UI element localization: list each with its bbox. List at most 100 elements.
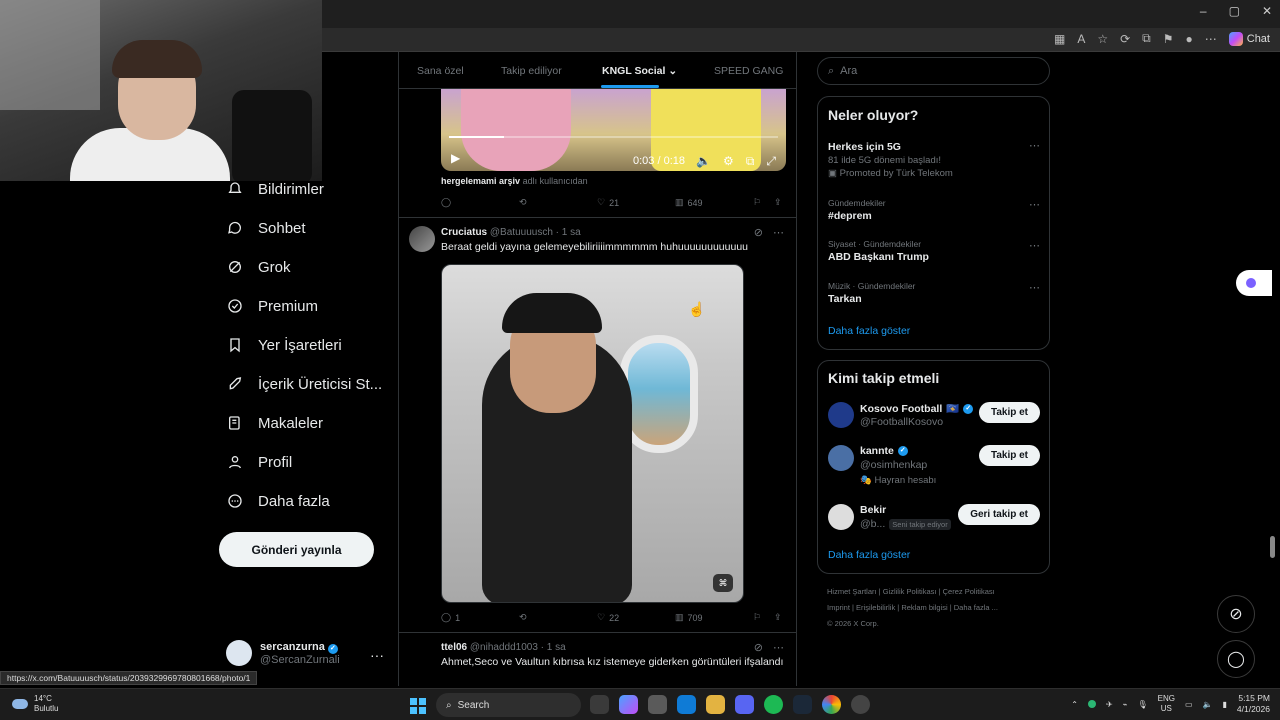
task-view-icon[interactable] <box>590 695 609 714</box>
like-button[interactable]: ♡ 21 <box>597 197 619 208</box>
follow-button[interactable]: Takip et <box>978 402 1040 423</box>
account-more-button[interactable]: ··· <box>370 647 384 663</box>
more-icon[interactable]: ⋯ <box>773 226 784 239</box>
clock[interactable]: 5:15 PM 4/1/2026 <box>1237 693 1270 715</box>
grok-fab-button[interactable]: ⊘ <box>1217 595 1255 633</box>
collections-icon[interactable]: ⚑ <box>1163 32 1174 46</box>
tweet-handle[interactable]: @nihaddd1003 · 1 sa <box>470 642 566 653</box>
chevron-up-icon[interactable]: ⌃ <box>1071 700 1078 709</box>
trend-item[interactable]: Gündemdekiler #deprem ⋯ <box>828 198 1040 222</box>
grok-icon[interactable]: ⊘ <box>754 226 763 239</box>
language-indicator[interactable]: ENG US <box>1158 694 1175 714</box>
store-icon[interactable] <box>648 695 667 714</box>
tab-speed-gang[interactable]: SPEED GANG <box>714 65 783 77</box>
trends-show-more-link[interactable]: Daha fazla göster <box>828 325 910 337</box>
avatar[interactable] <box>409 226 435 252</box>
nav-creator-studio[interactable]: İçerik Üreticisi St... <box>226 375 382 393</box>
messages-fab-button[interactable]: ◯ <box>1217 640 1255 678</box>
tweet-author[interactable]: Cruciatus <box>441 227 487 238</box>
steam-icon[interactable] <box>793 695 812 714</box>
copilot-icon[interactable] <box>619 695 638 714</box>
repost-icon[interactable]: ⟲ <box>519 197 527 208</box>
nav-more[interactable]: Daha fazla <box>226 492 330 510</box>
tab-following[interactable]: Takip ediliyor <box>501 65 562 77</box>
nav-chat[interactable]: Sohbet <box>226 219 306 237</box>
image-edit-icon[interactable]: ⌘ <box>713 574 733 592</box>
repost-icon[interactable]: ⟲ <box>519 612 527 623</box>
search-input[interactable]: ⌕ Ara <box>817 57 1050 85</box>
volume-icon[interactable]: 🔈 <box>1203 700 1213 709</box>
telegram-icon[interactable]: ✈ <box>1106 700 1113 709</box>
share-icon[interactable]: ⇪ <box>774 612 782 623</box>
scrollbar[interactable] <box>1270 536 1275 558</box>
trend-item[interactable]: Siyaset · Gündemdekiler ABD Başkanı Trum… <box>828 239 1040 263</box>
follow-suggestion[interactable]: Bekir @b... Seni takip ediyor Geri takip … <box>828 504 1040 544</box>
minimize-button[interactable]: – <box>1200 4 1207 18</box>
fullscreen-icon[interactable]: ⤢ <box>766 154 776 169</box>
edge-icon[interactable] <box>677 695 696 714</box>
tab-for-you[interactable]: Sana özel <box>417 65 464 77</box>
trend-more-button[interactable]: ⋯ <box>1029 281 1040 294</box>
tab-kngl-social[interactable]: KNGL Social ⌄ <box>602 65 677 77</box>
folder-icon[interactable] <box>706 695 725 714</box>
read-aloud-icon[interactable]: A <box>1077 32 1085 46</box>
profile-avatar[interactable]: ● <box>1186 32 1193 46</box>
follow-button[interactable]: Takip et <box>978 445 1040 466</box>
bookmark-icon[interactable]: ⚐ <box>753 612 761 623</box>
nav-bookmarks[interactable]: Yer İşaretleri <box>226 336 342 354</box>
trend-more-button[interactable]: ⋯ <box>1029 239 1040 252</box>
trend-item[interactable]: Herkes için 5G 81 ilde 5G dönemi başladı… <box>828 139 1040 179</box>
picture-in-picture-icon[interactable]: ⧉ <box>746 154 755 169</box>
grid-icon[interactable]: ▦ <box>1054 32 1065 46</box>
video-progress-bar[interactable] <box>449 136 778 138</box>
favorite-star-icon[interactable]: ☆ <box>1097 32 1108 46</box>
close-button[interactable]: ✕ <box>1262 4 1272 18</box>
play-icon[interactable]: ▶ <box>451 151 460 165</box>
maximize-button[interactable]: ▢ <box>1229 4 1240 18</box>
network-icon[interactable]: ⌁ <box>1123 700 1128 709</box>
reply-button[interactable]: ◯ 1 <box>441 612 460 623</box>
follow-back-button[interactable]: Geri takip et <box>958 504 1040 525</box>
video-player[interactable]: ▶ 0:03 / 0:18 🔈 ⚙ ⧉ ⤢ <box>441 89 786 171</box>
taskbar-search[interactable]: ⌕ Search <box>436 693 581 717</box>
video-attribution[interactable]: hergelemami arşiv adlı kullanıcıdan <box>441 176 588 186</box>
battery-icon[interactable]: ▮ <box>1223 700 1227 709</box>
weather-widget[interactable]: 14°C Bulutlu <box>12 694 58 714</box>
status-dot-icon[interactable] <box>1087 700 1096 708</box>
follow-suggestion[interactable]: kannte ✓ @osimhenkap 🎭 Hayran hesabı Taki… <box>828 445 1040 493</box>
trend-item[interactable]: Müzik · Gündemdekiler Tarkan ⋯ <box>828 281 1040 305</box>
grok-icon[interactable]: ⊘ <box>754 641 763 654</box>
trend-more-button[interactable]: ⋯ <box>1029 139 1040 152</box>
nav-grok[interactable]: Grok <box>226 258 291 276</box>
extensions-icon[interactable]: ⧉ <box>1142 31 1151 46</box>
reply-icon[interactable]: ◯ <box>441 197 451 208</box>
volume-icon[interactable]: 🔈 <box>696 154 711 169</box>
obs-icon[interactable] <box>851 695 870 714</box>
nav-articles[interactable]: Makaleler <box>226 414 323 432</box>
settings-gear-icon[interactable]: ⚙ <box>723 154 734 169</box>
spotify-icon[interactable] <box>764 695 783 714</box>
copilot-side-tab[interactable] <box>1236 270 1272 296</box>
like-button[interactable]: ♡ 22 <box>597 612 619 623</box>
more-icon[interactable]: ⋯ <box>773 641 784 654</box>
microphone-icon[interactable]: 🎙 <box>1137 700 1147 709</box>
tweet-author[interactable]: ttel06 <box>441 642 467 653</box>
bookmark-icon[interactable]: ⚐ <box>753 197 761 208</box>
nav-premium[interactable]: Premium <box>226 297 318 315</box>
post-button[interactable]: Gönderi yayınla <box>219 532 374 567</box>
nav-profile[interactable]: Profil <box>226 453 292 471</box>
windows-start-button[interactable] <box>410 698 426 714</box>
views-button[interactable]: ▥ 709 <box>675 612 703 623</box>
nav-notifications[interactable]: Bildirimler <box>226 180 324 198</box>
account-switcher[interactable]: sercanzurna ✓ @SercanZurnali <box>226 640 340 666</box>
views-button[interactable]: ▥ 649 <box>675 197 703 208</box>
follow-show-more-link[interactable]: Daha fazla göster <box>828 549 910 561</box>
follow-suggestion[interactable]: Kosovo Football 🇽🇰 ✓ @FootballKosovo Takip… <box>828 402 1040 442</box>
more-icon[interactable]: ⋯ <box>1205 32 1217 46</box>
chrome-icon[interactable] <box>822 695 841 714</box>
refresh-icon[interactable]: ⟳ <box>1120 32 1130 46</box>
copilot-chat-button[interactable]: Chat <box>1228 31 1270 46</box>
discord-icon[interactable] <box>735 695 754 714</box>
trend-more-button[interactable]: ⋯ <box>1029 198 1040 211</box>
display-icon[interactable]: ▭ <box>1185 700 1193 709</box>
